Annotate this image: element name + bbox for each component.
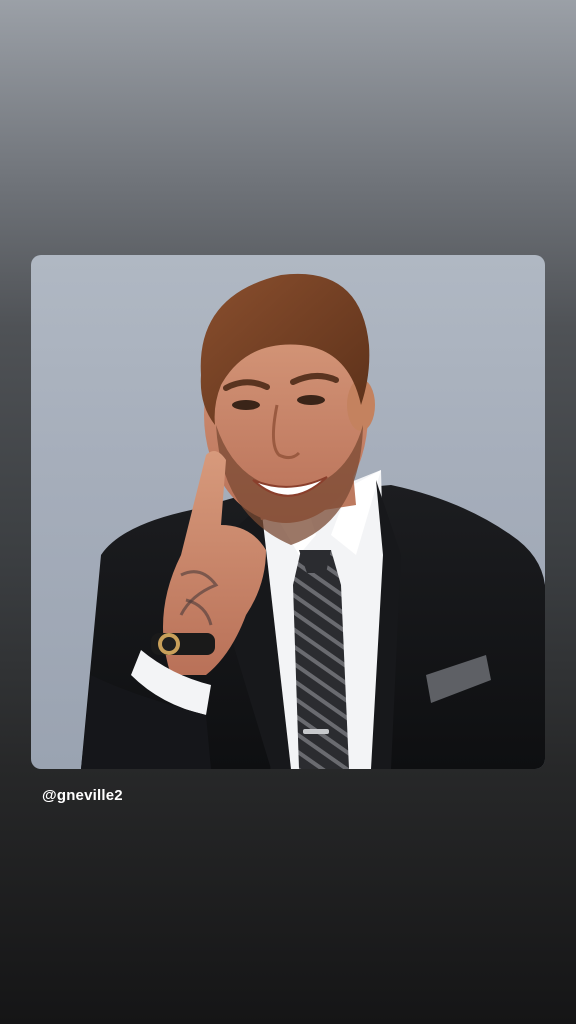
portrait-illustration (81, 273, 545, 769)
mention-tag[interactable]: @gneville2 (42, 787, 123, 804)
shared-post-image[interactable] (31, 255, 545, 769)
